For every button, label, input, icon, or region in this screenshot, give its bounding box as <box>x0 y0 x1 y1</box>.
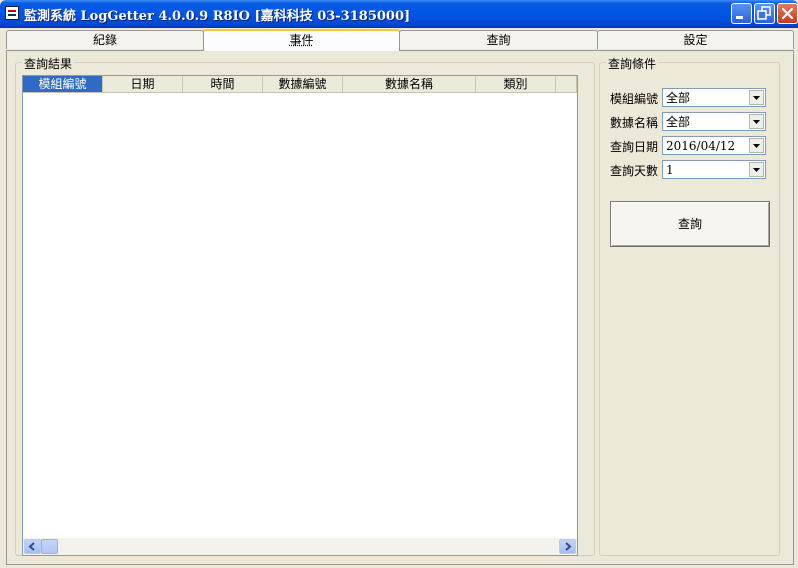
column-header-date[interactable]: 日期 <box>103 76 183 93</box>
query-date-label: 查詢日期 <box>610 140 659 154</box>
listview-body[interactable] <box>23 93 577 538</box>
chevron-down-icon <box>753 96 760 100</box>
tab-records[interactable]: 紀錄 <box>6 30 204 49</box>
column-header-data-id[interactable]: 數據編號 <box>263 76 343 93</box>
scroll-left-button[interactable] <box>24 539 41 554</box>
tab-label: 事件 <box>289 33 314 47</box>
tab-panel-events: 查詢結果 模組編號 日期 時間 數據編號 數據名稱 類別 查詢條件 模組編號 全… <box>6 50 794 565</box>
tab-label: 查詢 <box>486 33 511 47</box>
close-button[interactable] <box>777 3 798 24</box>
results-groupbox: 查詢結果 模組編號 日期 時間 數據編號 數據名稱 類別 <box>15 55 595 556</box>
restore-icon <box>757 6 771 20</box>
combo-value: 1 <box>666 163 674 177</box>
column-header-module-id[interactable]: 模組編號 <box>23 76 103 93</box>
tab-query[interactable]: 查詢 <box>399 30 598 49</box>
query-date-picker[interactable]: 2016/04/12 <box>662 136 766 155</box>
close-icon <box>781 7 794 20</box>
combo-value: 2016/04/12 <box>666 139 736 153</box>
minimize-icon <box>736 16 743 19</box>
chevron-down-icon <box>753 144 760 148</box>
dropdown-button[interactable] <box>749 162 764 177</box>
chevron-down-icon <box>753 120 760 124</box>
column-header-time[interactable]: 時間 <box>183 76 263 93</box>
tab-settings[interactable]: 設定 <box>597 30 794 49</box>
module-id-combo[interactable]: 全部 <box>662 88 766 107</box>
results-listview[interactable]: 模組編號 日期 時間 數據編號 數據名稱 類別 <box>22 75 578 556</box>
scroll-thumb[interactable] <box>41 539 58 554</box>
tab-label: 設定 <box>683 33 708 47</box>
scroll-left-arrow-icon <box>28 542 35 551</box>
scroll-right-arrow-icon <box>565 542 572 551</box>
data-name-label: 數據名稱 <box>610 116 659 130</box>
column-header-filler <box>556 76 577 93</box>
horizontal-scrollbar[interactable] <box>23 538 577 555</box>
query-button[interactable]: 查詢 <box>610 201 770 247</box>
column-header-data-name[interactable]: 數據名稱 <box>343 76 476 93</box>
module-id-label: 模組編號 <box>610 92 659 106</box>
chevron-down-icon <box>753 168 760 172</box>
dropdown-button[interactable] <box>749 138 764 153</box>
scroll-right-button[interactable] <box>559 539 576 554</box>
window-title: 監測系統 LogGetter 4.0.0.9 R8IO [嘉科科技 03-318… <box>24 9 411 24</box>
query-days-combo[interactable]: 1 <box>662 160 766 179</box>
conditions-group-title: 查詢條件 <box>606 55 659 72</box>
combo-value: 全部 <box>666 91 691 105</box>
column-header-category[interactable]: 類別 <box>476 76 556 93</box>
combo-value: 全部 <box>666 115 691 129</box>
title-bar[interactable]: 監測系統 LogGetter 4.0.0.9 R8IO [嘉科科技 03-318… <box>0 0 798 28</box>
tab-events[interactable]: 事件 <box>203 29 400 51</box>
app-monitor-icon[interactable] <box>5 6 19 20</box>
dropdown-button[interactable] <box>749 90 764 105</box>
restore-button[interactable] <box>754 3 775 24</box>
results-group-title: 查詢結果 <box>22 55 75 72</box>
listview-header: 模組編號 日期 時間 數據編號 數據名稱 類別 <box>23 76 577 93</box>
query-days-label: 查詢天數 <box>610 164 659 178</box>
dropdown-button[interactable] <box>749 114 764 129</box>
tab-label: 紀錄 <box>92 33 117 47</box>
minimize-button[interactable] <box>731 3 752 24</box>
data-name-combo[interactable]: 全部 <box>662 112 766 131</box>
